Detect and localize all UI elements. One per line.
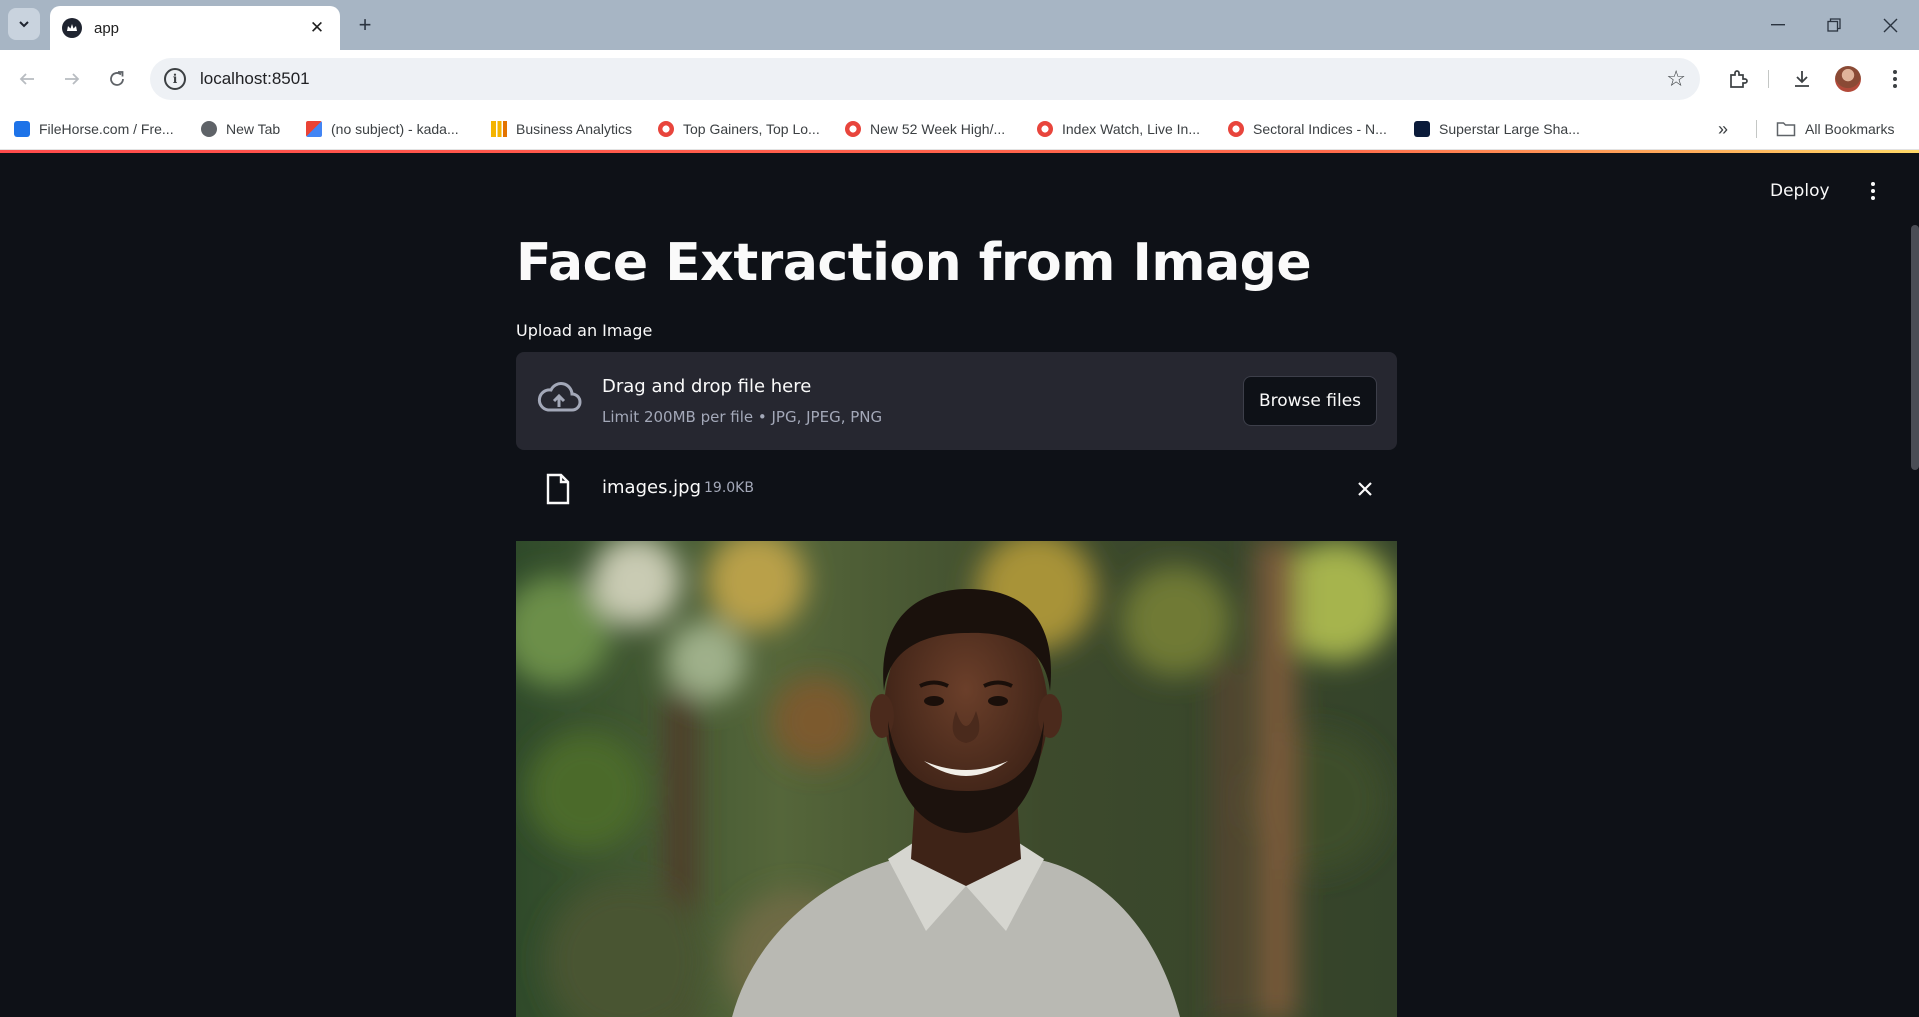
site-info-icon[interactable]: i	[164, 68, 186, 90]
browser-tab-active[interactable]: app ✕	[50, 6, 340, 50]
streamlit-app: Deploy Face Extraction from Image Upload…	[0, 153, 1919, 1017]
bookmark-label: Business Analytics	[516, 121, 632, 137]
bookmark-label: FileHorse.com / Fre...	[39, 121, 174, 137]
moneycontrol-icon	[1228, 121, 1244, 137]
all-bookmarks-label: All Bookmarks	[1805, 121, 1895, 137]
file-icon	[546, 473, 570, 505]
dropzone-title: Drag and drop file here	[602, 376, 812, 397]
analytics-icon	[491, 121, 507, 137]
uploader-label: Upload an Image	[516, 321, 653, 340]
file-size: 19.0KB	[704, 480, 754, 496]
uploaded-image-preview	[516, 541, 1397, 1017]
gmail-icon	[306, 121, 322, 137]
all-bookmarks-button[interactable]: All Bookmarks	[1776, 118, 1894, 140]
back-button[interactable]	[12, 64, 42, 94]
bookmark-label: New 52 Week High/...	[870, 121, 1006, 137]
bookmark-item[interactable]: Index Watch, Live In...	[1037, 118, 1200, 140]
tab-search-button[interactable]	[8, 8, 40, 40]
tab-strip: app ✕ +	[0, 0, 1919, 50]
bookmark-item[interactable]: Sectoral Indices - N...	[1228, 118, 1387, 140]
moneycontrol-icon	[845, 121, 861, 137]
address-bar[interactable]: i localhost:8501 ☆	[150, 58, 1700, 100]
moneycontrol-icon	[658, 121, 674, 137]
bookmark-item[interactable]: New 52 Week High/...	[845, 118, 1005, 140]
url-text[interactable]: localhost:8501	[200, 69, 1666, 89]
bookmark-item[interactable]: (no subject) - kada...	[306, 118, 459, 140]
minimize-button[interactable]	[1750, 0, 1806, 50]
close-window-button[interactable]	[1862, 0, 1918, 50]
bookmark-label: New Tab	[226, 121, 281, 137]
browser-toolbar: i localhost:8501 ☆	[0, 50, 1919, 108]
new-tab-button[interactable]: +	[352, 12, 378, 38]
reload-button[interactable]	[102, 64, 132, 94]
tab-close-icon[interactable]: ✕	[306, 18, 328, 38]
streamlit-crown-icon	[62, 18, 82, 38]
bookmarks-divider	[1756, 120, 1757, 138]
bookmark-label: Superstar Large Sha...	[1439, 121, 1580, 137]
bookmark-label: Index Watch, Live In...	[1062, 121, 1200, 137]
filehorse-icon	[14, 121, 30, 137]
file-name: images.jpg	[602, 477, 702, 498]
file-dropzone[interactable]: Drag and drop file here Limit 200MB per …	[516, 352, 1397, 450]
chrome-menu-icon[interactable]	[1880, 64, 1910, 94]
page-title: Face Extraction from Image	[516, 233, 1312, 293]
toolbar-divider	[1768, 70, 1769, 88]
trendlyne-icon	[1414, 121, 1430, 137]
scrollbar-thumb[interactable]	[1911, 225, 1919, 470]
bookmark-label: (no subject) - kada...	[331, 121, 459, 137]
bookmark-item[interactable]: Business Analytics	[491, 118, 632, 140]
forward-button[interactable]	[57, 64, 87, 94]
chevron-down-icon	[19, 21, 29, 28]
bookmark-label: Sectoral Indices - N...	[1253, 121, 1387, 137]
extensions-icon[interactable]	[1723, 64, 1753, 94]
back-arrow-icon	[19, 73, 34, 85]
downloads-icon[interactable]	[1787, 64, 1817, 94]
bookmark-item[interactable]: FileHorse.com / Fre...	[14, 118, 174, 140]
deploy-button[interactable]: Deploy	[1770, 181, 1830, 201]
bookmark-item[interactable]: New Tab	[201, 118, 280, 140]
profile-avatar[interactable]	[1835, 66, 1861, 92]
remove-file-close-icon[interactable]	[1351, 475, 1379, 503]
bookmarks-bar: FileHorse.com / Fre... New Tab (no subje…	[0, 108, 1919, 150]
bookmark-item[interactable]: Top Gainers, Top Lo...	[658, 118, 820, 140]
folder-icon	[1776, 122, 1796, 137]
dropzone-limit-text: Limit 200MB per file • JPG, JPEG, PNG	[602, 408, 883, 426]
reload-icon	[110, 71, 124, 86]
more-bookmarks-chevron-icon[interactable]: »	[1718, 118, 1728, 140]
globe-icon	[201, 121, 217, 137]
bookmark-label: Top Gainers, Top Lo...	[683, 121, 820, 137]
uploaded-file-row: images.jpg 19.0KB	[516, 463, 1397, 515]
main-menu-icon[interactable]	[1863, 177, 1883, 205]
bookmark-item[interactable]: Superstar Large Sha...	[1414, 118, 1580, 140]
browse-files-button[interactable]: Browse files	[1243, 376, 1377, 426]
cloud-upload-icon	[537, 382, 582, 412]
tab-title: app	[94, 19, 120, 37]
bookmark-star-icon[interactable]: ☆	[1666, 66, 1686, 92]
forward-arrow-icon	[65, 73, 80, 85]
moneycontrol-icon	[1037, 121, 1053, 137]
restore-button[interactable]	[1806, 0, 1862, 50]
